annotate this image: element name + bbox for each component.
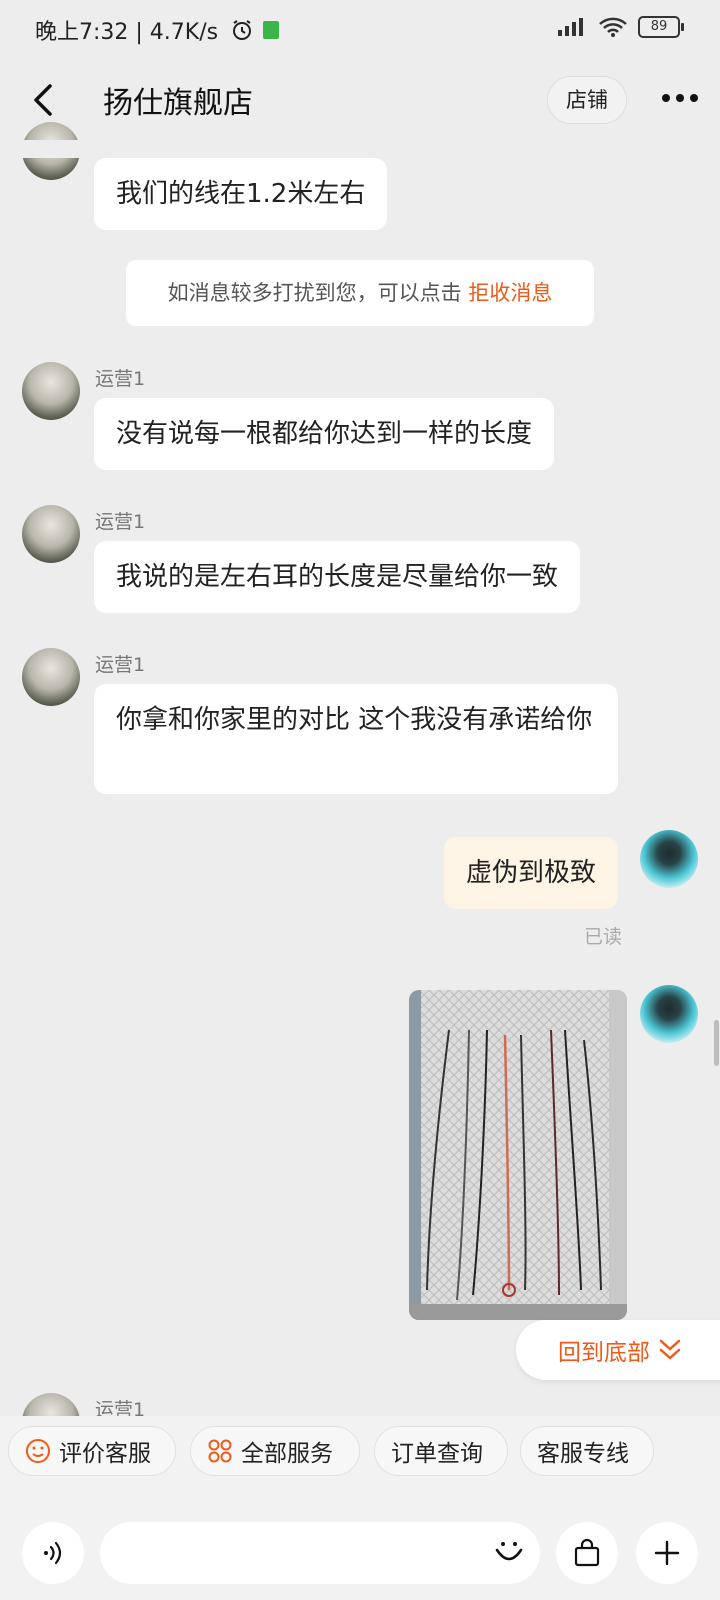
sender-name: 运营1	[95, 368, 146, 390]
message-bubble[interactable]: 我们的线在1.2米左右	[94, 158, 388, 230]
my-avatar[interactable]	[640, 830, 698, 888]
shopping-bag-icon	[574, 1538, 600, 1567]
back-button[interactable]	[22, 78, 66, 122]
chevron-left-icon	[34, 84, 52, 116]
product-button[interactable]	[556, 1522, 618, 1584]
status-right: 89	[556, 16, 684, 38]
quick-action-service-hotline[interactable]: 客服专线	[520, 1426, 654, 1476]
status-time: 晚上7:32 | 4.7K/s	[35, 20, 219, 45]
quick-action-label: 订单查询	[391, 1441, 483, 1467]
message-bubble[interactable]: 你拿和你家里的对比 这个我没有承诺给你	[94, 684, 618, 794]
message-input[interactable]	[100, 1522, 540, 1584]
alarm-icon	[230, 18, 254, 46]
apps-icon	[208, 1439, 232, 1463]
chat-header: 扬仕旗舰店 店铺	[0, 62, 720, 138]
bottom-bar: 评价客服 全部服务 订单查询 客服专线	[0, 1416, 720, 1600]
smile-icon	[26, 1439, 50, 1463]
reject-messages-link[interactable]: 拒收消息	[468, 281, 552, 305]
shop-button[interactable]: 店铺	[547, 76, 627, 124]
my-message-bubble[interactable]: 虚伪到极致	[444, 837, 619, 909]
scroll-mask	[0, 140, 720, 158]
back-to-bottom-label: 回到底部	[558, 1340, 650, 1366]
app-notification-icon	[263, 21, 279, 39]
page-title: 扬仕旗舰店	[103, 86, 253, 121]
avatar[interactable]	[22, 648, 80, 706]
back-to-bottom-button[interactable]: 回到底部	[516, 1320, 720, 1380]
quick-action-order-lookup[interactable]: 订单查询	[374, 1426, 508, 1476]
voice-icon	[44, 1541, 62, 1565]
photo-cables-image	[409, 990, 627, 1320]
message-bubble[interactable]: 没有说每一根都给你达到一样的长度	[94, 398, 555, 470]
more-options-button[interactable]	[660, 88, 700, 108]
quick-action-label: 客服专线	[537, 1441, 629, 1467]
avatar[interactable]	[22, 362, 80, 420]
more-actions-button[interactable]	[636, 1522, 698, 1584]
system-notice: 如消息较多打扰到您，可以点击 拒收消息	[126, 260, 594, 326]
read-status: 已读	[584, 926, 623, 948]
quick-action-label: 全部服务	[241, 1441, 333, 1467]
sender-name: 运营1	[95, 654, 146, 676]
wifi-icon	[599, 17, 627, 37]
quick-action-label: 评价客服	[59, 1441, 151, 1467]
voice-input-button[interactable]	[22, 1522, 84, 1584]
plus-icon	[654, 1540, 680, 1566]
emoji-button[interactable]	[492, 1536, 526, 1574]
avatar[interactable]	[22, 505, 80, 563]
sent-photo[interactable]	[409, 990, 627, 1320]
quick-action-rate-service[interactable]: 评价客服	[8, 1426, 176, 1476]
notice-text: 如消息较多打扰到您，可以点击	[167, 281, 469, 305]
scrollbar[interactable]	[714, 1020, 719, 1066]
my-avatar[interactable]	[640, 985, 698, 1043]
message-bubble[interactable]: 我说的是左右耳的长度是尽量给你一致	[94, 541, 581, 613]
battery-indicator: 89	[638, 16, 684, 38]
emoji-icon	[495, 1542, 523, 1561]
status-bar: 晚上7:32 | 4.7K/s 89	[0, 0, 720, 62]
double-chevron-down-icon	[659, 1339, 681, 1360]
more-icon	[662, 94, 698, 102]
sender-name: 运营1	[95, 511, 146, 533]
quick-action-all-services[interactable]: 全部服务	[190, 1426, 360, 1476]
signal-icon	[558, 18, 583, 36]
